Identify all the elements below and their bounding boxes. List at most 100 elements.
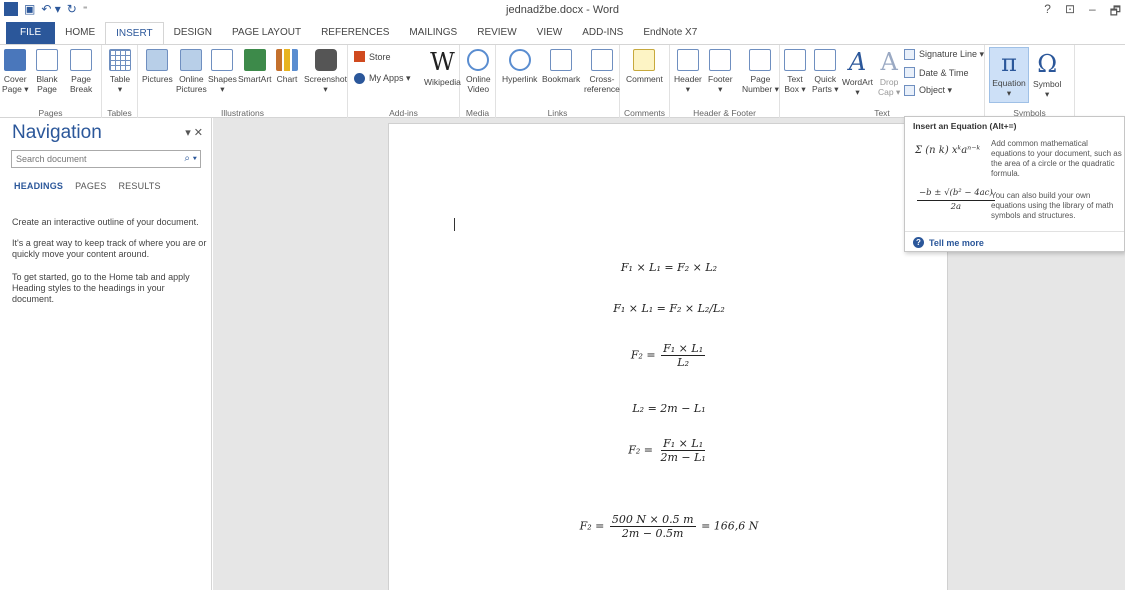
wikipedia-icon: W [430,48,455,76]
page-break-button[interactable]: Page Break [70,49,92,94]
page-number-button[interactable]: Page Number ▾ [742,49,779,94]
group-links: Hyperlink Bookmark Cross- reference Link… [496,45,620,119]
cover-page-button[interactable]: Cover Page ▾ [2,49,28,94]
tab-home[interactable]: HOME [55,22,105,44]
group-comments: Comment Comments [620,45,670,119]
text-box-button[interactable]: Text Box ▾ [784,49,806,94]
header-button[interactable]: Header ▾ [674,49,702,94]
navigation-help-text-3: To get started, go to the Home tab and a… [12,272,190,304]
store-button[interactable]: Store [354,51,391,62]
equation-5-numerator: F₁ × L₁ [661,437,706,451]
equation-3-numerator: F₁ × L₁ [661,342,706,356]
navigation-title: Navigation [12,122,102,143]
smartart-icon [243,49,266,71]
equation-6[interactable]: F₂ = 500 N × 0.5 m 2m − 0.5m = 166,6 N [389,513,949,540]
hyperlink-button[interactable]: Hyperlink [502,49,537,84]
cross-reference-icon [590,49,613,71]
comment-button[interactable]: Comment [626,49,663,84]
title-bar: W ▣ ↶ ▾ ↻ ⁼ jednadžbe.docx - Word ? ⊡ – … [0,0,1125,20]
text-box-icon [784,49,806,71]
tab-headings[interactable]: HEADINGS [14,181,63,191]
object-icon [904,85,915,96]
online-video-icon [467,49,490,71]
tooltip-sample-binomial: Σ (n k) xᵏaⁿ⁻ᵏ [915,145,981,156]
pictures-button[interactable]: Pictures [142,49,173,84]
tooltip-description-2: You can also build your own equations us… [991,191,1114,220]
drop-cap-button[interactable]: A Drop Cap ▾ [878,49,900,97]
hyperlink-icon [508,49,531,71]
tab-pages[interactable]: PAGES [75,181,106,191]
equation-6-numerator: 500 N × 0.5 m [609,513,696,527]
tab-results[interactable]: RESULTS [118,181,160,191]
my-apps-button[interactable]: My Apps ▾ [354,73,411,84]
ribbon: Cover Page ▾ Blank Page Page Break Pages… [0,44,1125,119]
date-time-button[interactable]: Date & Time [904,67,969,78]
document-page[interactable]: F₁ × L₁ = F₂ × L₂ F₁ × L₁ = F₂ × L₂/L₂ F… [388,123,948,590]
group-label-pages: Pages [38,108,63,118]
tooltip-title: Insert an Equation (Alt+=) [913,121,1017,131]
screenshot-button[interactable]: Screenshot ▾ [304,49,347,94]
page-break-icon [70,49,93,71]
symbol-button[interactable]: Ω Symbol ▾ [1033,49,1061,99]
equation-4[interactable]: L₂ = 2m − L₁ [389,402,949,415]
footer-button[interactable]: Footer ▾ [708,49,733,94]
equation-3-fraction: F₁ × L₁ L₂ [661,342,706,369]
smartart-button[interactable]: SmartArt [238,49,272,84]
cover-page-icon [4,49,27,71]
text-cursor [454,218,455,231]
tab-endnote[interactable]: EndNote X7 [633,22,707,44]
group-label-comments: Comments [623,108,666,118]
chart-button[interactable]: Chart [276,49,298,84]
word-window: W ▣ ↶ ▾ ↻ ⁼ jednadžbe.docx - Word ? ⊡ – … [0,0,1125,590]
omega-icon: Ω [1037,50,1058,78]
online-pictures-button[interactable]: Online Pictures [176,49,207,94]
table-button[interactable]: Table ▾ [109,49,131,94]
navigation-help-text-1: Create an interactive outline of your do… [12,217,199,227]
navigation-close-icon[interactable]: ▾ ✕ [185,126,203,139]
equation-5[interactable]: F₂ = F₁ × L₁ 2m − L₁ [389,437,949,464]
shapes-button[interactable]: Shapes ▾ [208,49,237,94]
object-button[interactable]: Object ▾ [904,85,952,96]
cross-reference-button[interactable]: Cross- reference [584,49,620,94]
comment-icon [633,49,656,71]
search-icon[interactable]: ⌕ ▾ [184,153,197,164]
group-media: Online Video Media [460,45,496,119]
tab-view[interactable]: VIEW [527,22,573,44]
tab-insert[interactable]: INSERT [105,22,164,44]
wordart-button[interactable]: A WordArt ▾ [842,49,873,97]
online-pictures-icon [180,49,203,71]
group-label-media: Media [465,108,490,118]
page-number-icon [749,49,772,71]
online-video-button[interactable]: Online Video [466,49,491,94]
group-label-addins: Add-ins [389,108,418,118]
tab-design[interactable]: DESIGN [164,22,222,44]
quick-parts-icon [814,49,837,71]
search-document-input[interactable]: Search document ⌕ ▾ [11,150,201,168]
tab-file[interactable]: FILE [6,22,56,44]
equation-2[interactable]: F₁ × L₁ = F₂ × L₂/L₂ [389,302,949,315]
tab-page-layout[interactable]: PAGE LAYOUT [222,22,311,44]
wikipedia-button[interactable]: W Wikipedia [424,49,461,87]
equation-5-fraction: F₁ × L₁ 2m − L₁ [658,437,707,464]
equation-6-fraction: 500 N × 0.5 m 2m − 0.5m [609,513,696,540]
pi-icon: π [1001,49,1017,77]
equation-button[interactable]: π Equation ▾ [989,47,1029,103]
ribbon-tabs: FILE HOME INSERT DESIGN PAGE LAYOUT REFE… [0,20,1125,44]
tab-review[interactable]: REVIEW [467,22,526,44]
tell-me-more-link[interactable]: ? Tell me more [913,237,984,248]
help-icon: ? [913,237,924,248]
signature-line-button[interactable]: Signature Line ▾ [904,49,984,60]
equation-3-denominator: L₂ [677,356,689,369]
equation-1[interactable]: F₁ × L₁ = F₂ × L₂ [389,261,949,274]
drop-cap-icon: A [880,48,898,76]
tab-add-ins[interactable]: ADD-INS [572,22,633,44]
tab-references[interactable]: REFERENCES [311,22,399,44]
equation-3[interactable]: F₂ = F₁ × L₁ L₂ [389,342,949,369]
header-icon [676,49,699,71]
group-label-links: Links [547,108,568,118]
bookmark-button[interactable]: Bookmark [542,49,580,84]
quick-parts-button[interactable]: Quick Parts ▾ [812,49,838,94]
blank-page-button[interactable]: Blank Page [36,49,58,94]
tab-mailings[interactable]: MAILINGS [399,22,467,44]
navigation-tabs: HEADINGS PAGES RESULTS [14,181,161,191]
